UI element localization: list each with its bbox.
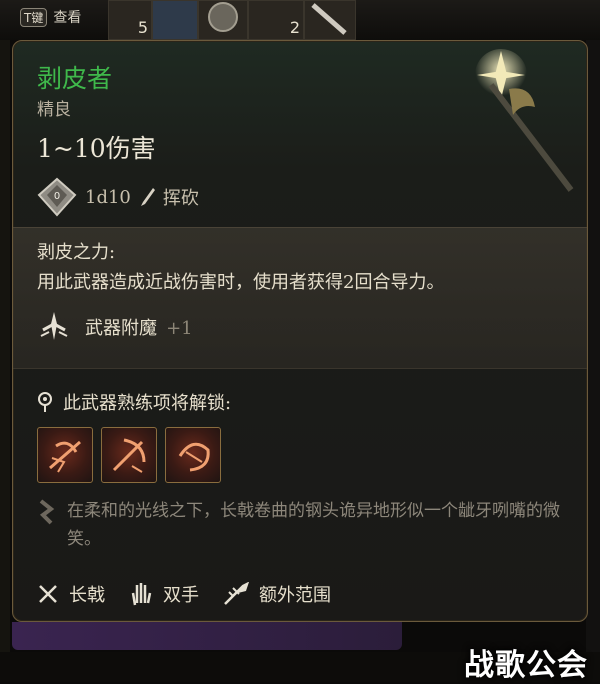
halberd-icon [39,585,57,603]
hotbar: T键 查看 5 2 [0,0,600,40]
hotbar-slot[interactable] [198,0,248,40]
svg-text:0: 0 [54,191,60,202]
slash-icon [140,188,155,206]
property-label: 额外范围 [259,585,331,606]
item-rarity: 精良 [37,100,71,120]
weapon-actions [37,427,221,483]
flavor-text: 在柔和的光线之下，长戟卷曲的钢头诡异地形似一个龇牙咧嘴的微笑。 [67,501,560,549]
slot-count: 2 [289,18,300,37]
property-label: 长戟 [69,585,105,606]
examine-hotkey[interactable]: T键 查看 [20,6,81,28]
weapon-action-icon[interactable] [101,427,157,483]
sword-icon [311,3,347,35]
slot-count: 5 [137,18,148,37]
halberd-art-icon [475,49,574,192]
d10-dice-icon: 0 [37,177,77,217]
weapon-action-icon[interactable] [37,427,93,483]
dice-value: 1d10 [85,186,131,208]
enchant-row: 武器附魔 +1 [37,310,193,344]
cleave-action-icon [112,438,146,473]
watermark-text: 战歌公会 [464,648,588,683]
ability-description: 用此武器造成近战伤害时，使用者获得2回合导力。 [37,272,445,293]
hand-icon [131,583,152,606]
feather-icon [39,499,55,525]
shield-icon [208,2,238,32]
side-frame-right [586,40,600,682]
flavor-section: 在柔和的光线之下，长戟卷曲的钢头诡异地形似一个龇牙咧嘴的微笑。 [37,497,567,553]
enchant-value: +1 [166,318,193,339]
reach-icon [224,582,249,605]
ability-title: 剥皮之力: [37,242,116,263]
enchant-label: 武器附魔 [85,318,157,339]
enchant-sword-icon [40,312,68,340]
side-frame-left [0,40,10,682]
hotbar-slot[interactable]: 2 [248,0,304,40]
item-damage: 1~10伤害 [37,134,156,163]
item-tooltip: 剥皮者 精良 1~10伤害 0 1d10 挥砍 剥皮之力: 用此武器造成近战伤害… [12,40,588,622]
property-reach: 额外范围 [223,581,331,607]
hotbar-slot[interactable] [152,0,198,40]
weapon-properties: 长戟 双手 额外范围 [37,581,331,607]
proficiency-label: 此武器熟练项将解锁: [63,393,232,414]
weapon-action-icon[interactable] [165,427,221,483]
hotkey-label: 查看 [53,10,82,26]
ability-section: 剥皮之力: 用此武器造成近战伤害时，使用者获得2回合导力。 武器附魔 +1 [13,227,587,369]
property-label: 双手 [163,585,199,606]
item-name: 剥皮者 [37,64,113,93]
sweep-action-icon [178,442,210,472]
damage-dice-row: 0 1d10 挥砍 [37,177,199,217]
unlock-gear-icon [38,392,52,412]
proficiency-row: 此武器熟练项将解锁: [37,389,231,415]
flourish-action-icon [49,440,81,473]
attack-type: 挥砍 [162,188,199,209]
hotbar-slot[interactable]: 5 [108,0,152,40]
purple-footer-bar [12,622,402,650]
hotkey-key: T键 [20,7,48,27]
hotbar-slot[interactable] [304,0,356,40]
property-halberd: 长戟 [37,581,105,607]
property-two-handed: 双手 [129,581,199,607]
